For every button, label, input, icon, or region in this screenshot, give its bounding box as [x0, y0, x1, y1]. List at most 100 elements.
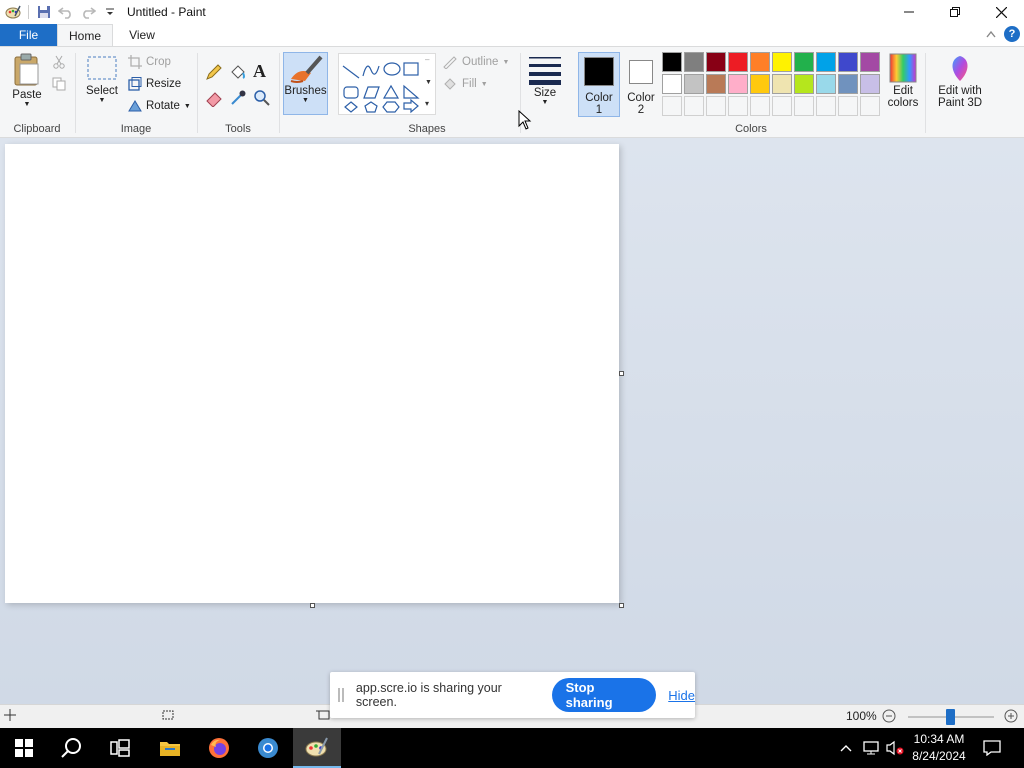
zoom-slider-thumb[interactable] [946, 709, 955, 725]
shapes-scroll-up-icon[interactable]: – [425, 55, 429, 64]
palette-swatch[interactable] [772, 74, 792, 94]
palette-swatch[interactable] [794, 52, 814, 72]
zoom-level: 100% [846, 709, 877, 723]
firefox-button[interactable] [195, 728, 243, 768]
custom-color-slot[interactable] [816, 96, 836, 116]
zoom-out-button[interactable] [882, 709, 896, 723]
customize-quick-access-icon[interactable] [99, 1, 121, 23]
triangle-shape-icon [382, 84, 400, 99]
edit-colors-button[interactable]: Edit colors [884, 53, 922, 109]
close-button[interactable] [978, 0, 1024, 24]
ribbon-right-controls: ? [986, 26, 1020, 42]
drawing-canvas[interactable] [5, 144, 619, 603]
hide-link[interactable]: Hide [668, 688, 695, 703]
edit-colors-icon [889, 53, 917, 83]
volume-muted-icon[interactable] [884, 728, 906, 768]
palette-swatch[interactable] [838, 74, 858, 94]
tab-view[interactable]: View [116, 24, 168, 46]
custom-color-slot[interactable] [772, 96, 792, 116]
palette-swatch[interactable] [750, 52, 770, 72]
fill-bucket-icon[interactable] [229, 63, 247, 84]
outline-button[interactable]: Outline ▼ [442, 55, 509, 69]
custom-color-slot[interactable] [662, 96, 682, 116]
palette-swatch[interactable] [860, 52, 880, 72]
custom-color-slot[interactable] [794, 96, 814, 116]
canvas-resize-handle-right[interactable] [619, 371, 624, 376]
redo-icon[interactable] [77, 1, 99, 23]
zoom-in-button[interactable] [1004, 709, 1018, 723]
brushes-button[interactable]: Brushes ▼ [283, 52, 328, 115]
palette-swatch[interactable] [794, 74, 814, 94]
color-picker-icon[interactable] [229, 89, 247, 110]
palette-swatch[interactable] [838, 52, 858, 72]
edit-with-paint3d-button[interactable]: Edit with Paint 3D [932, 53, 988, 109]
network-icon[interactable] [860, 728, 882, 768]
size-icon [529, 57, 561, 85]
canvas-workspace[interactable] [0, 109, 1024, 704]
palette-swatch[interactable] [816, 52, 836, 72]
palette-swatch[interactable] [706, 74, 726, 94]
save-icon[interactable] [33, 1, 55, 23]
palette-swatch[interactable] [706, 52, 726, 72]
paste-icon [14, 53, 39, 86]
search-button[interactable] [48, 728, 96, 768]
select-button[interactable]: Select ▼ [83, 55, 121, 104]
resize-button[interactable]: Resize [128, 77, 181, 91]
rotate-button[interactable]: Rotate ▼ [128, 99, 191, 113]
tab-file[interactable]: File [0, 24, 57, 46]
palette-swatch[interactable] [662, 52, 682, 72]
canvas-resize-handle-corner[interactable] [619, 603, 624, 608]
palette-swatch[interactable] [684, 52, 704, 72]
paste-button[interactable]: Paste ▼ [8, 53, 46, 108]
size-button[interactable]: Size ▼ [526, 55, 564, 106]
crop-button[interactable]: Crop [128, 55, 171, 69]
task-view-button[interactable] [96, 728, 144, 768]
eraser-icon[interactable] [205, 89, 223, 110]
color1-button[interactable]: Color 1 [578, 52, 620, 117]
canvas-resize-handle-bottom[interactable] [310, 603, 315, 608]
firefox-icon [209, 738, 229, 758]
windows-logo-icon [15, 739, 33, 757]
shapes-scroll-down-icon[interactable]: ▼ [425, 79, 432, 86]
custom-color-slot[interactable] [750, 96, 770, 116]
palette-swatch[interactable] [816, 74, 836, 94]
ribbon-tabs: File Home View ? [0, 24, 1024, 46]
color2-button[interactable]: Color 2 [622, 52, 660, 117]
fill-button[interactable]: Fill ▼ [442, 77, 488, 91]
copy-icon[interactable] [52, 77, 66, 94]
start-button[interactable] [0, 728, 48, 768]
custom-color-slot[interactable] [860, 96, 880, 116]
palette-swatch[interactable] [772, 52, 792, 72]
minimize-ribbon-icon[interactable] [986, 27, 996, 41]
undo-icon[interactable] [55, 1, 77, 23]
text-tool-icon[interactable]: A [253, 61, 266, 82]
custom-color-slot[interactable] [728, 96, 748, 116]
minimize-button[interactable] [886, 0, 932, 24]
quick-access-toolbar [0, 0, 121, 24]
file-explorer-button[interactable] [146, 728, 194, 768]
palette-swatch[interactable] [860, 74, 880, 94]
stop-sharing-button[interactable]: Stop sharing [551, 678, 657, 712]
restore-button[interactable] [932, 0, 978, 24]
paint-taskbar-button[interactable] [293, 728, 341, 768]
chrome-button[interactable] [244, 728, 292, 768]
palette-swatch[interactable] [728, 52, 748, 72]
palette-swatch[interactable] [728, 74, 748, 94]
custom-color-slot[interactable] [684, 96, 704, 116]
custom-color-slot[interactable] [838, 96, 858, 116]
palette-swatch[interactable] [750, 74, 770, 94]
drag-handle-icon[interactable] [338, 688, 344, 702]
magnifier-icon[interactable] [253, 89, 271, 110]
shapes-expand-icon[interactable]: ▾ [425, 99, 429, 108]
help-icon[interactable]: ? [1004, 26, 1020, 42]
paint-app-icon[interactable] [2, 1, 24, 23]
palette-swatch[interactable] [684, 74, 704, 94]
custom-color-slot[interactable] [706, 96, 726, 116]
pencil-icon[interactable] [205, 63, 223, 84]
palette-swatch[interactable] [662, 74, 682, 94]
cut-icon[interactable] [52, 55, 66, 72]
taskbar-clock[interactable]: 10:34 AM 8/24/2024 [904, 731, 974, 765]
show-hidden-icons-button[interactable] [838, 728, 854, 768]
tab-home[interactable]: Home [57, 24, 113, 46]
notifications-icon[interactable] [976, 728, 1008, 768]
